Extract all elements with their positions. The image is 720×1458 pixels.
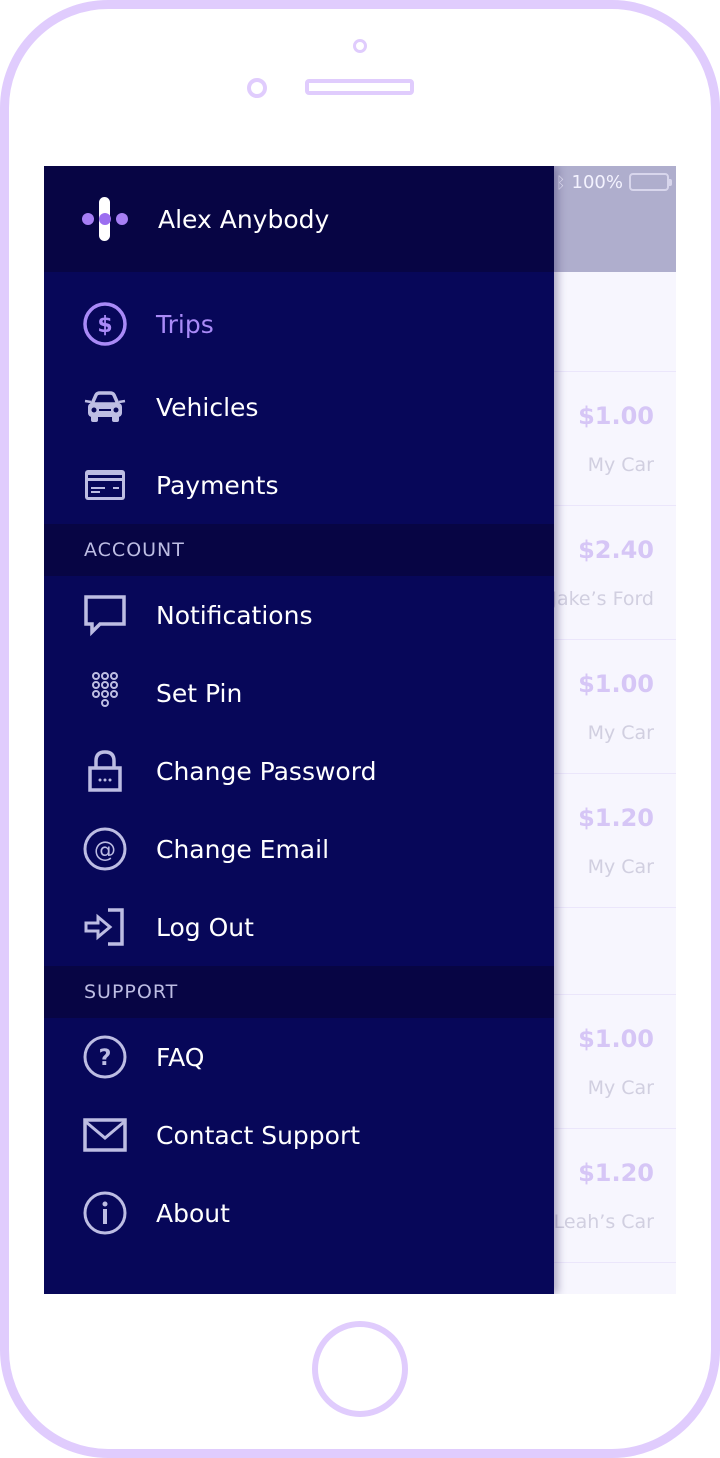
info-circle-icon (82, 1190, 128, 1236)
menu-label: Contact Support (156, 1120, 361, 1150)
status-bar: ᛒ 100% (556, 170, 672, 194)
keypad-icon (82, 670, 128, 716)
trip-amount: $1.20 (578, 804, 654, 832)
battery-icon (629, 173, 672, 191)
main-menu: $ Trips Vehicles Payments (44, 272, 554, 524)
front-camera (353, 39, 367, 53)
app-logo-icon (82, 197, 128, 241)
bluetooth-icon: ᛒ (555, 172, 566, 192)
trip-amount: $1.00 (578, 670, 654, 698)
home-button[interactable] (312, 1321, 408, 1417)
screen: ᛒ 100% $1.00 My Car $2.40 Jake’s Ford $1… (44, 166, 676, 1294)
menu-item-notifications[interactable]: Notifications (44, 576, 554, 654)
svg-text:$: $ (97, 313, 112, 338)
menu-item-change-email[interactable]: @ Change Email (44, 810, 554, 888)
trip-amount: $2.40 (578, 536, 654, 564)
earpiece-speaker (305, 79, 414, 95)
trip-vehicle: My Car (587, 1077, 654, 1099)
menu-label: Log Out (156, 912, 254, 942)
trip-amount: $1.00 (578, 402, 654, 430)
menu-label: Notifications (156, 600, 313, 630)
trip-vehicle: My Car (587, 856, 654, 878)
menu-label: Set Pin (156, 678, 243, 708)
menu-label: Vehicles (156, 392, 259, 422)
account-menu: Notifications Set Pin Change Password @ … (44, 576, 554, 966)
envelope-icon (82, 1112, 128, 1158)
trip-vehicle: Leah’s Car (553, 1211, 654, 1233)
drawer-header: Alex Anybody (44, 166, 554, 272)
menu-label: Trips (156, 309, 214, 339)
menu-item-contact-support[interactable]: Contact Support (44, 1096, 554, 1174)
menu-item-set-pin[interactable]: Set Pin (44, 654, 554, 732)
credit-card-icon (82, 462, 128, 508)
trip-vehicle: My Car (587, 722, 654, 744)
svg-text:@: @ (94, 838, 116, 863)
trip-amount: $1.00 (578, 1025, 654, 1053)
speech-bubble-icon (82, 592, 128, 638)
lock-icon (82, 748, 128, 794)
proximity-sensor (247, 78, 267, 98)
battery-percent: 100% (571, 171, 623, 193)
menu-item-faq[interactable]: ? FAQ (44, 1018, 554, 1096)
menu-label: Change Password (156, 756, 377, 786)
menu-item-payments[interactable]: Payments (44, 446, 554, 524)
logout-icon (82, 904, 128, 950)
trip-amount: $1.20 (578, 1159, 654, 1187)
menu-item-about[interactable]: About (44, 1174, 554, 1252)
trip-vehicle: Jake’s Ford (551, 588, 654, 610)
menu-item-trips[interactable]: $ Trips (44, 280, 554, 368)
section-header-account: ACCOUNT (44, 524, 554, 576)
menu-item-log-out[interactable]: Log Out (44, 888, 554, 966)
menu-label: Payments (156, 470, 279, 500)
question-circle-icon: ? (82, 1034, 128, 1080)
section-title: SUPPORT (84, 981, 179, 1003)
navigation-drawer: Alex Anybody $ Trips Vehicles Payments A… (44, 166, 554, 1294)
dollar-circle-icon: $ (82, 301, 128, 347)
car-icon (82, 384, 128, 430)
at-sign-icon: @ (82, 826, 128, 872)
svg-text:?: ? (99, 1046, 112, 1071)
section-title: ACCOUNT (84, 539, 185, 561)
menu-item-vehicles[interactable]: Vehicles (44, 368, 554, 446)
menu-label: FAQ (156, 1042, 205, 1072)
menu-item-change-password[interactable]: Change Password (44, 732, 554, 810)
user-name: Alex Anybody (158, 204, 330, 234)
menu-label: Change Email (156, 834, 330, 864)
menu-label: About (156, 1198, 230, 1228)
section-header-support: SUPPORT (44, 966, 554, 1018)
trip-vehicle: My Car (587, 454, 654, 476)
support-menu: ? FAQ Contact Support About (44, 1018, 554, 1252)
